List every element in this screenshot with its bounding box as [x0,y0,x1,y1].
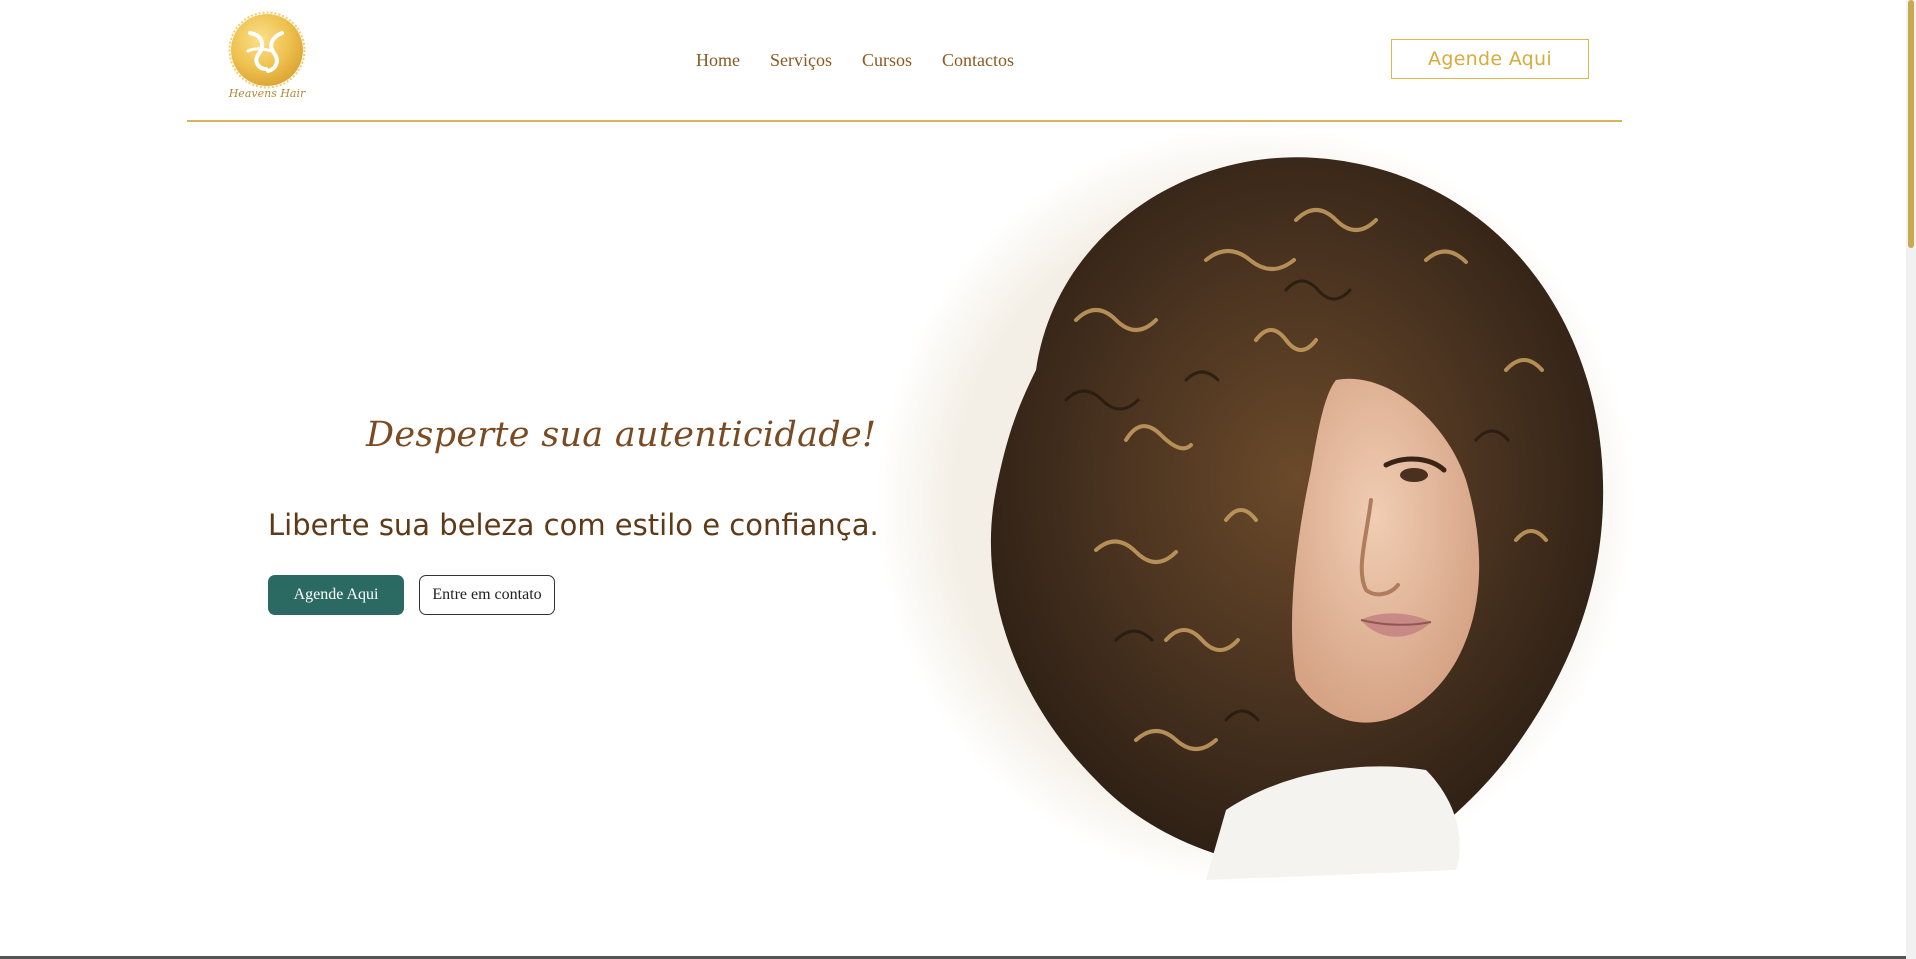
nav-contactos[interactable]: Contactos [942,50,1014,71]
main-nav: Home Serviços Cursos Contactos [696,50,1014,71]
hero-tagline: Desperte sua autenticidade! [366,415,877,455]
hero-headline: Liberte sua beleza com estilo e confianç… [268,508,879,542]
hero-portrait-image [866,120,1636,885]
nav-servicos[interactable]: Serviços [770,50,832,71]
contact-button[interactable]: Entre em contato [419,575,555,615]
page: Heavens Hair Home Serviços Cursos Contac… [0,0,1906,959]
book-now-button[interactable]: Agende Aqui [268,575,404,615]
scrollbar-thumb[interactable] [1908,0,1914,248]
header-book-button[interactable]: Agende Aqui [1391,39,1589,79]
nav-cursos[interactable]: Cursos [862,50,912,71]
nav-home[interactable]: Home [696,50,740,71]
brand-name: Heavens Hair [228,87,306,100]
